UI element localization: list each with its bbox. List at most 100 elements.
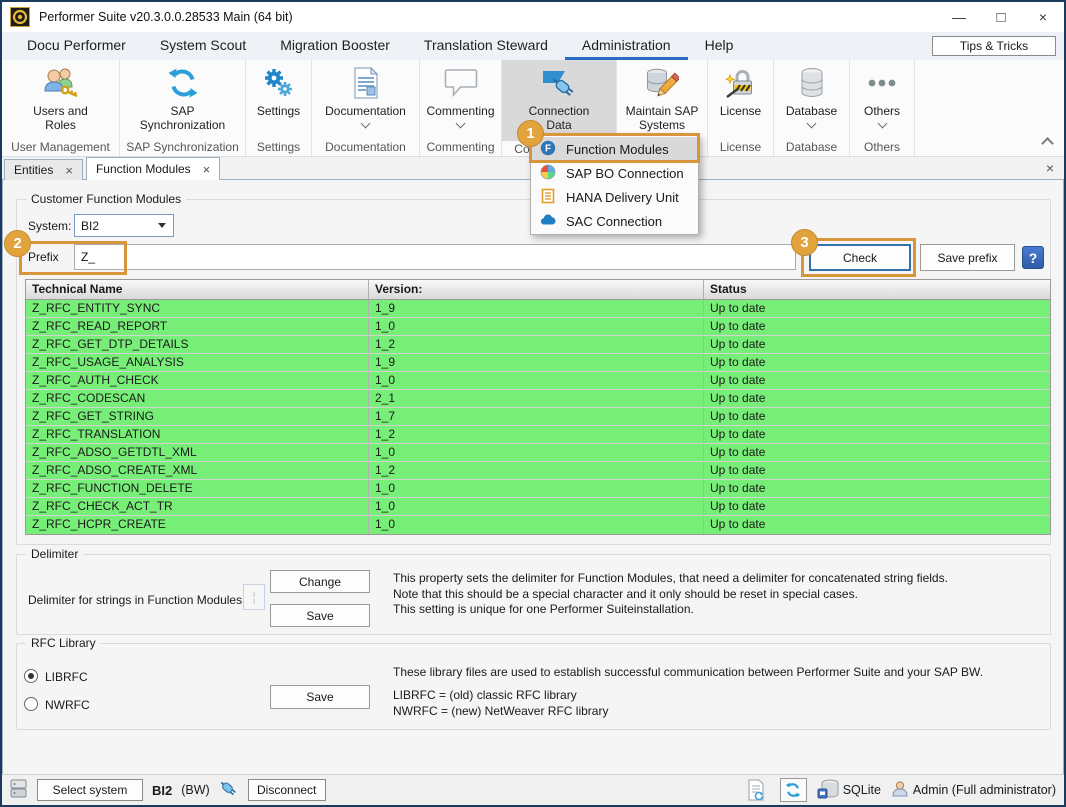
menu-item-sac-connection[interactable]: SAC Connection bbox=[531, 209, 698, 233]
chevron-down-icon bbox=[361, 119, 371, 129]
cell-version: 1_9 bbox=[369, 354, 704, 371]
connection-plug-icon bbox=[219, 779, 239, 802]
users-icon bbox=[43, 65, 79, 101]
tab-close-icon[interactable]: × bbox=[65, 164, 73, 177]
table-row[interactable]: Z_RFC_AUTH_CHECK 1_0 Up to date bbox=[26, 372, 1050, 390]
change-delimiter-button[interactable]: Change bbox=[270, 570, 370, 593]
minimize-button[interactable]: — bbox=[938, 2, 980, 32]
table-row[interactable]: Z_RFC_ADSO_GETDTL_XML 1_0 Up to date bbox=[26, 444, 1050, 462]
refresh-icon[interactable] bbox=[780, 778, 807, 802]
cell-technical-name: Z_RFC_TRANSLATION bbox=[26, 426, 369, 443]
function-modules-panel: Customer Function Modules System: BI2 Pr… bbox=[2, 180, 1064, 774]
table-row[interactable]: Z_RFC_CODESCAN 2_1 Up to date bbox=[26, 390, 1050, 408]
table-row[interactable]: Z_RFC_HCPR_CREATE 1_0 Up to date bbox=[26, 516, 1050, 534]
commenting-button[interactable]: Commenting bbox=[418, 60, 502, 137]
cell-technical-name: Z_RFC_USAGE_ANALYSIS bbox=[26, 354, 369, 371]
sap-synchronization-button[interactable]: SAP Synchronization bbox=[120, 60, 245, 137]
table-header-row: Technical Name Version: Status bbox=[26, 280, 1050, 300]
cell-technical-name: Z_RFC_ADSO_CREATE_XML bbox=[26, 462, 369, 479]
save-rfc-library-button[interactable]: Save bbox=[270, 685, 370, 709]
description-line: Note that this should be a special chara… bbox=[393, 587, 948, 603]
ribbon-group-commenting: Commenting Commenting bbox=[420, 60, 502, 156]
table-row[interactable]: Z_RFC_USAGE_ANALYSIS 1_9 Up to date bbox=[26, 354, 1050, 372]
maximize-button[interactable]: □ bbox=[980, 2, 1022, 32]
nwrfc-radio[interactable] bbox=[24, 697, 38, 711]
tab-entities[interactable]: Entities × bbox=[4, 159, 83, 180]
close-document-icon[interactable]: × bbox=[1046, 160, 1054, 176]
maintain-sap-systems-button[interactable]: Maintain SAP Systems bbox=[617, 60, 707, 141]
settings-button[interactable]: Settings bbox=[249, 60, 308, 137]
cell-status: Up to date bbox=[704, 444, 1050, 461]
svg-text:F: F bbox=[545, 143, 551, 154]
delimiter-value-box[interactable]: ¦ bbox=[243, 584, 265, 610]
cell-technical-name: Z_RFC_ADSO_GETDTL_XML bbox=[26, 444, 369, 461]
table-row[interactable]: Z_RFC_READ_REPORT 1_0 Up to date bbox=[26, 318, 1050, 336]
menu-item-function-modules[interactable]: F Function Modules bbox=[531, 137, 698, 161]
current-user[interactable]: Admin (Full administrator) bbox=[891, 780, 1056, 801]
window-title: Performer Suite v20.3.0.0.28533 Main (64… bbox=[39, 10, 293, 24]
database-status[interactable]: SQLite bbox=[817, 779, 881, 802]
ribbon-collapse-icon[interactable] bbox=[1041, 137, 1054, 150]
menu-item-label: SAP BO Connection bbox=[566, 166, 684, 181]
others-button[interactable]: Others bbox=[855, 60, 909, 137]
prefix-input[interactable] bbox=[74, 244, 796, 270]
license-button[interactable]: License bbox=[712, 60, 769, 137]
table-row[interactable]: Z_RFC_CHECK_ACT_TR 1_0 Up to date bbox=[26, 498, 1050, 516]
document-icon bbox=[351, 65, 381, 101]
cell-status: Up to date bbox=[704, 318, 1050, 335]
tab-label: Entities bbox=[14, 163, 53, 177]
users-and-roles-button[interactable]: Users and Roles bbox=[21, 60, 101, 137]
cell-technical-name: Z_RFC_READ_REPORT bbox=[26, 318, 369, 335]
tab-close-icon[interactable]: × bbox=[203, 163, 211, 176]
table-row[interactable]: Z_RFC_TRANSLATION 1_2 Up to date bbox=[26, 426, 1050, 444]
prefix-label: Prefix bbox=[28, 250, 59, 264]
menu-item-sap-bo-connection[interactable]: SAP BO Connection bbox=[531, 161, 698, 185]
column-header-technical-name[interactable]: Technical Name bbox=[26, 280, 369, 299]
librfc-radio-label[interactable]: LIBRFC bbox=[45, 670, 88, 684]
cell-status: Up to date bbox=[704, 480, 1050, 497]
tips-and-tricks-button[interactable]: Tips & Tricks bbox=[932, 36, 1056, 56]
help-icon[interactable]: ? bbox=[1022, 246, 1044, 269]
description-line: This setting is unique for one Performer… bbox=[393, 602, 948, 618]
document-sync-icon[interactable] bbox=[743, 778, 770, 802]
column-header-version[interactable]: Version: bbox=[369, 280, 704, 299]
system-select[interactable]: BI2 bbox=[74, 214, 174, 237]
table-row[interactable]: Z_RFC_FUNCTION_DELETE 1_0 Up to date bbox=[26, 480, 1050, 498]
menu-docu-performer[interactable]: Docu Performer bbox=[10, 32, 143, 60]
database-button[interactable]: Database bbox=[778, 60, 845, 137]
table-row[interactable]: Z_RFC_GET_DTP_DETAILS 1_2 Up to date bbox=[26, 336, 1050, 354]
ribbon-button-label: Documentation bbox=[325, 104, 406, 118]
hana-delivery-unit-icon bbox=[540, 188, 556, 207]
nwrfc-radio-label[interactable]: NWRFC bbox=[45, 698, 90, 712]
server-icon bbox=[10, 778, 28, 803]
menu-administration[interactable]: Administration bbox=[565, 32, 688, 60]
save-prefix-button[interactable]: Save prefix bbox=[920, 244, 1015, 271]
ribbon-group-label: User Management bbox=[2, 137, 119, 156]
check-button[interactable]: Check bbox=[809, 244, 911, 271]
menu-item-hana-delivery-unit[interactable]: HANA Delivery Unit bbox=[531, 185, 698, 209]
ribbon-group-label: Settings bbox=[246, 137, 311, 156]
table-row[interactable]: Z_RFC_ADSO_CREATE_XML 1_2 Up to date bbox=[26, 462, 1050, 480]
close-button[interactable]: × bbox=[1022, 2, 1064, 32]
cell-version: 1_0 bbox=[369, 444, 704, 461]
librfc-radio[interactable] bbox=[24, 669, 38, 683]
disconnect-button[interactable]: Disconnect bbox=[248, 779, 326, 801]
menu-help[interactable]: Help bbox=[688, 32, 751, 60]
tab-function-modules[interactable]: Function Modules × bbox=[86, 157, 220, 180]
menu-translation-steward[interactable]: Translation Steward bbox=[407, 32, 565, 60]
ribbon-group-sap-synchronization: SAP Synchronization SAP Synchronization bbox=[120, 60, 246, 156]
menu-migration-booster[interactable]: Migration Booster bbox=[263, 32, 407, 60]
ribbon-group-label: Others bbox=[850, 137, 914, 156]
select-system-button[interactable]: Select system bbox=[37, 779, 143, 801]
documentation-button[interactable]: Documentation bbox=[317, 60, 414, 137]
app-window: Performer Suite v20.3.0.0.28533 Main (64… bbox=[0, 0, 1066, 807]
table-row[interactable]: Z_RFC_ENTITY_SYNC 1_9 Up to date bbox=[26, 300, 1050, 318]
table-row[interactable]: Z_RFC_GET_STRING 1_7 Up to date bbox=[26, 408, 1050, 426]
status-bar: Select system BI2 (BW) Disconnect bbox=[2, 774, 1064, 805]
save-delimiter-button[interactable]: Save bbox=[270, 604, 370, 627]
column-header-status[interactable]: Status bbox=[704, 280, 1050, 299]
cell-technical-name: Z_RFC_GET_STRING bbox=[26, 408, 369, 425]
ribbon-button-label: Users and Roles bbox=[29, 104, 93, 132]
cell-technical-name: Z_RFC_CODESCAN bbox=[26, 390, 369, 407]
menu-system-scout[interactable]: System Scout bbox=[143, 32, 263, 60]
